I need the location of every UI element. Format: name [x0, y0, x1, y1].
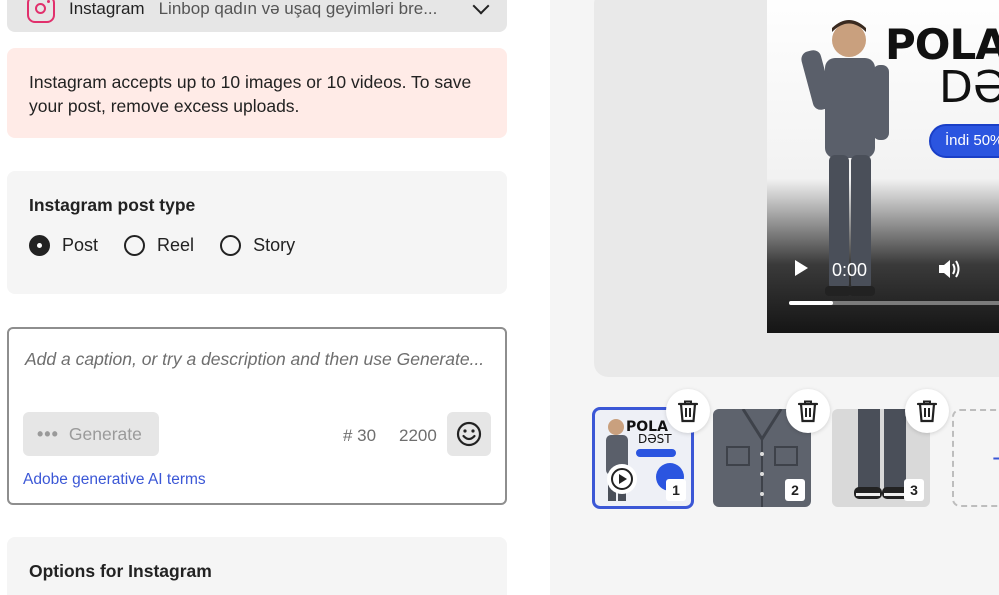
radio-story-label: Story [253, 235, 296, 255]
radio-reel-dot[interactable] [124, 235, 146, 256]
hashtag-count: # 30 [343, 426, 377, 445]
caption-placeholder[interactable]: Add a caption, or try a description and … [25, 349, 484, 370]
composer-panel: Instagram Linbop qadın və uşaq geyimləri… [0, 0, 550, 595]
radio-post[interactable]: Post [29, 235, 98, 256]
svg-text:DƏST: DƏST [638, 432, 672, 446]
trash-icon [797, 400, 819, 423]
delete-thumbnail-3-button[interactable] [905, 389, 949, 433]
thumbnail-3-index: 3 [904, 479, 924, 501]
delete-thumbnail-2-button[interactable] [786, 389, 830, 433]
post-type-radio-group: Post Reel Story [29, 235, 485, 256]
caption-field[interactable]: Add a caption, or try a description and … [7, 327, 507, 505]
alert-text: Instagram accepts up to 10 images or 10 … [29, 72, 472, 116]
ai-terms-link[interactable]: Adobe generative AI terms [23, 471, 206, 489]
post-type-section: Instagram post type Post Reel Story [7, 171, 507, 294]
generate-label: Generate [68, 423, 142, 444]
preview-panel: POLA DƏ İndi 50% 0:00 POLA DƏST 1 2 3 [550, 0, 999, 595]
video-preview[interactable]: POLA DƏ İndi 50% 0:00 [767, 0, 999, 333]
account-network: Instagram [69, 0, 145, 18]
radio-reel-label: Reel [157, 235, 195, 255]
radio-post-dot[interactable] [29, 235, 50, 256]
account-description: Linbop qadın və uşaq geyimləri bre... [158, 0, 438, 18]
video-progress-bar[interactable] [789, 301, 999, 305]
radio-story-dot[interactable] [220, 235, 242, 256]
add-media-tile[interactable]: + [952, 409, 999, 507]
instagram-options-section: Options for Instagram [7, 537, 507, 595]
video-time: 0:00 [832, 260, 868, 280]
thumbnail-1-index: 1 [666, 479, 686, 501]
delete-thumbnail-1-button[interactable] [666, 389, 710, 433]
video-progress-fill [789, 301, 833, 305]
radio-post-label: Post [62, 235, 99, 255]
discount-pill: İndi 50% [929, 124, 999, 158]
plus-icon: + [992, 443, 999, 475]
brand-subtext: DƏ [939, 62, 999, 113]
ellipsis-icon: ••• [37, 423, 59, 444]
play-icon[interactable] [791, 258, 811, 278]
post-type-title: Instagram post type [29, 195, 196, 215]
smiley-icon [456, 421, 482, 447]
instagram-icon [27, 0, 55, 23]
trash-icon [677, 400, 699, 423]
character-count: 2200 [399, 426, 437, 445]
account-selector[interactable]: Instagram Linbop qadın və uşaq geyimləri… [7, 0, 507, 32]
emoji-button[interactable] [447, 412, 491, 456]
options-title: Options for Instagram [29, 561, 212, 581]
chevron-down-icon[interactable] [472, 0, 490, 15]
video-badge-icon [607, 464, 637, 494]
radio-story[interactable]: Story [220, 235, 295, 256]
thumbnail-2-index: 2 [785, 479, 805, 501]
upload-limit-alert: Instagram accepts up to 10 images or 10 … [7, 48, 507, 138]
radio-reel[interactable]: Reel [124, 235, 194, 256]
generate-button[interactable]: ••• Generate [23, 412, 159, 456]
trash-icon [916, 400, 938, 423]
volume-icon[interactable] [937, 257, 963, 281]
